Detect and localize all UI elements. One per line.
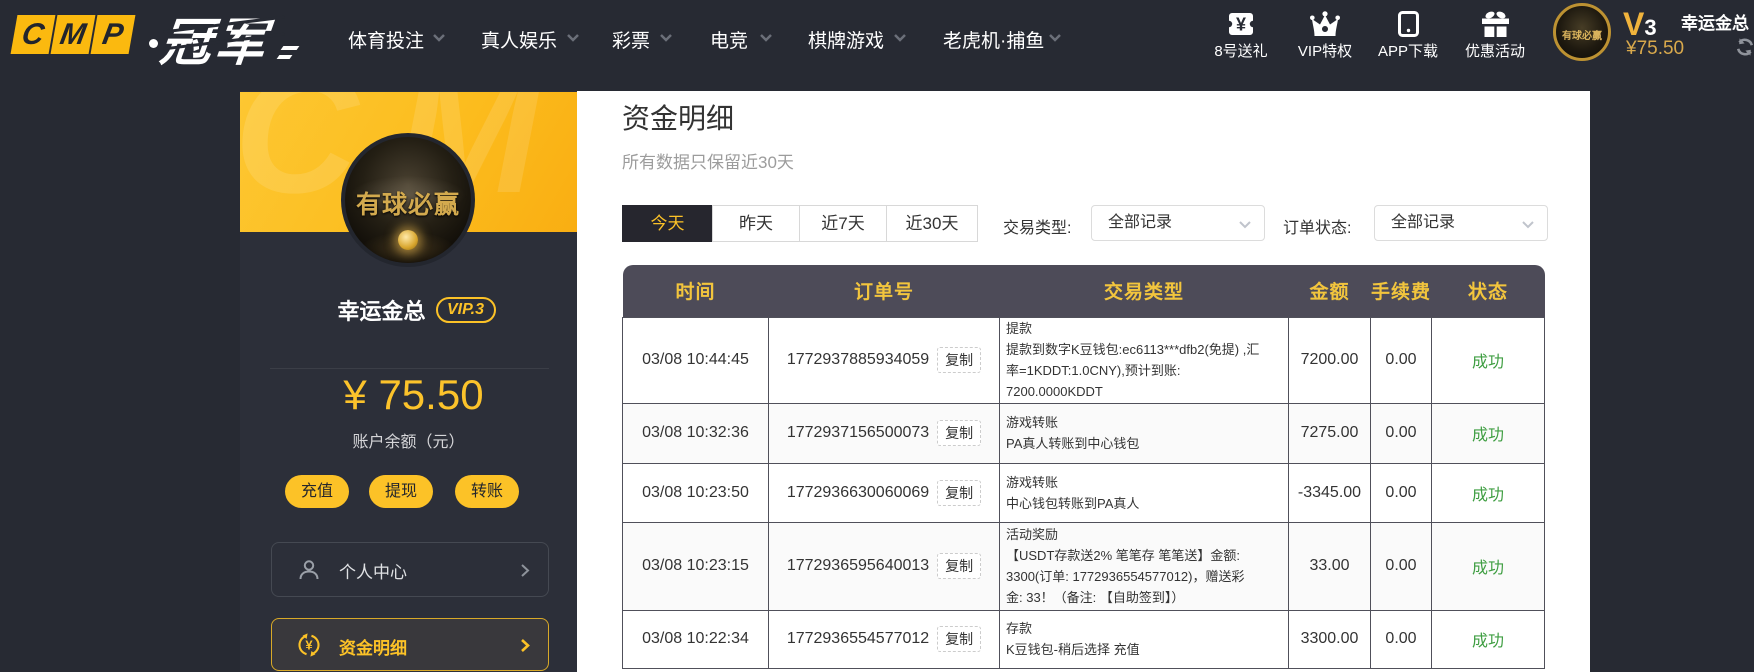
- svg-text:¥: ¥: [305, 638, 313, 653]
- svg-text:¥: ¥: [1236, 15, 1246, 35]
